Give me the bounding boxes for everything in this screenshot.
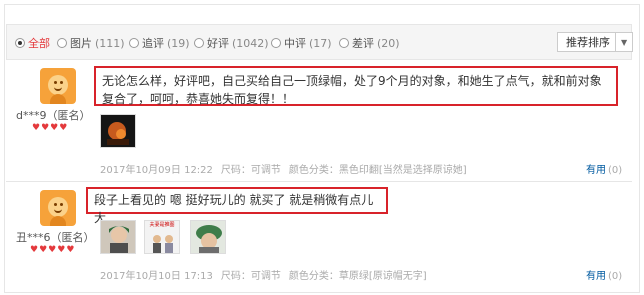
filter-count: (20) (377, 36, 400, 50)
radio-icon[interactable] (15, 38, 25, 48)
useful-label: 有用 (586, 165, 606, 176)
useful-button[interactable]: 有用 (0) (586, 267, 622, 282)
sort-label: 推荐排序 (566, 36, 610, 49)
radio-icon[interactable] (271, 38, 281, 48)
review-date: 2017年10月10日 17:13 (100, 271, 213, 282)
filter-label: 图片 (70, 37, 92, 50)
avatar-body (50, 216, 66, 226)
review-meta: 2017年10月09日 12:22 尺码：可调节 颜色分类：黑色印翻[当然是选择… (100, 161, 467, 176)
review-photo-thumbnail[interactable] (100, 114, 136, 148)
avatar-face (48, 75, 68, 95)
review-photo-thumbnail[interactable] (190, 220, 226, 254)
chevron-down-icon[interactable]: ▼ (615, 33, 632, 51)
filter-all[interactable]: 全部 (15, 35, 50, 51)
filter-positive[interactable]: 好评 (1042) (194, 35, 269, 51)
photo-image (101, 115, 135, 147)
review-size: 尺码：可调节 (220, 165, 281, 176)
review-photo-thumbnail[interactable] (100, 220, 136, 254)
review-date: 2017年10月09日 12:22 (100, 165, 213, 176)
review-meta: 2017年10月10日 17:13 尺码：可调节 颜色分类：草原绿[原谅帽无字] (100, 267, 427, 282)
heart-icon: ♥ (66, 245, 75, 255)
filter-label: 追评 (142, 37, 164, 50)
review-photo-thumbnail[interactable]: 夫妻是推图 (144, 220, 180, 254)
filter-images[interactable]: 图片 (111) (57, 35, 125, 51)
heart-icon: ♥ (39, 245, 48, 255)
review-filter-bar: 全部 图片 (111) 追评 (19) 好评 (1042) 中评 (17) 差评… (6, 24, 633, 60)
useful-count: (0) (608, 271, 623, 282)
review-text-highlighted: 段子上看见的 嗯 挺好玩儿的 就买了 就是稍微有点儿大 (86, 187, 388, 225)
photo-image (145, 229, 179, 253)
useful-button[interactable]: 有用 (0) (586, 161, 622, 176)
filter-label: 好评 (207, 37, 229, 50)
review-text-highlighted: 无论怎么样，好评吧，自己买给自己一顶绿帽，处了9个月的对象，和她生了点气，就和前… (94, 66, 618, 106)
filter-neutral[interactable]: 中评 (17) (271, 35, 332, 51)
filter-label: 差评 (352, 37, 374, 50)
avatar-face (48, 197, 68, 217)
review-divider (6, 181, 632, 182)
avatar-eye (54, 81, 57, 84)
heart-icon: ♥ (50, 123, 59, 133)
review-text: 无论怎么样，好评吧，自己买给自己一顶绿帽，处了9个月的对象，和她生了点气，就和前… (102, 74, 602, 106)
avatar-eye (60, 81, 63, 84)
heart-icon: ♥ (41, 123, 50, 133)
avatar-body (50, 94, 66, 104)
useful-count: (0) (608, 165, 623, 176)
filter-label: 全部 (28, 37, 50, 50)
photo-image (101, 221, 135, 253)
username: d***9（匿名） (16, 109, 91, 122)
review-color: 颜色分类：草原绿[原谅帽无字] (288, 271, 427, 282)
radio-icon[interactable] (194, 38, 204, 48)
heart-icon: ♥ (32, 123, 41, 133)
avatar-eye (54, 203, 57, 206)
radio-icon[interactable] (57, 38, 67, 48)
heart-icon: ♥ (48, 245, 57, 255)
useful-label: 有用 (586, 271, 606, 282)
thumb-caption: 夫妻是推图 (149, 222, 175, 228)
filter-negative[interactable]: 差评 (20) (339, 35, 400, 51)
photo-image (191, 221, 225, 253)
username: 丑***6（匿名） (16, 231, 95, 244)
heart-icon: ♥ (57, 245, 66, 255)
heart-icon: ♥ (59, 123, 68, 133)
avatar[interactable] (40, 68, 76, 104)
radio-icon[interactable] (129, 38, 139, 48)
review-size: 尺码：可调节 (220, 271, 281, 282)
filter-count: (111) (95, 36, 125, 50)
filter-count: (19) (167, 36, 190, 50)
user-level-badges: ♥ ♥ ♥ ♥ (32, 124, 67, 133)
avatar-eye (60, 203, 63, 206)
sort-dropdown[interactable]: 推荐排序 ▼ (557, 32, 633, 52)
filter-label: 中评 (284, 37, 306, 50)
radio-icon[interactable] (339, 38, 349, 48)
filter-followup[interactable]: 追评 (19) (129, 35, 190, 51)
filter-count: (17) (309, 36, 332, 50)
avatar[interactable] (40, 190, 76, 226)
filter-count: (1042) (232, 36, 269, 50)
heart-icon: ♥ (30, 245, 39, 255)
user-level-badges: ♥ ♥ ♥ ♥ ♥ (30, 246, 74, 255)
review-color: 颜色分类：黑色印翻[当然是选择原谅她] (288, 165, 467, 176)
